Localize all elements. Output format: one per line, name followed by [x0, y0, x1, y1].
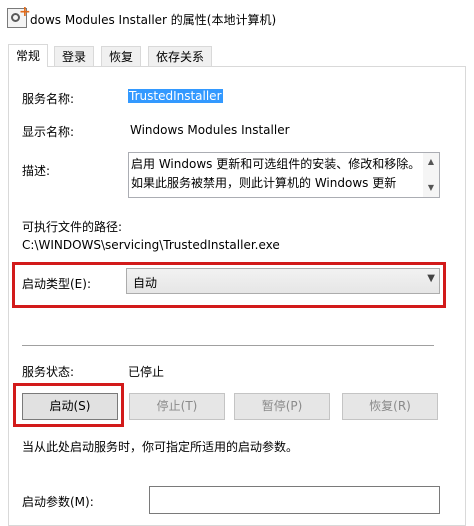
- startup-type-select[interactable]: 自动 ▼: [126, 268, 440, 294]
- tab-logon[interactable]: 登录: [54, 46, 95, 66]
- exe-path-value[interactable]: C:\WINDOWS\servicing\TrustedInstaller.ex…: [22, 238, 280, 252]
- display-name-label: 显示名称:: [22, 125, 75, 139]
- scroll-down-icon[interactable]: ▼: [423, 181, 439, 195]
- service-gear-plus-icon: +: [7, 5, 31, 28]
- scroll-up-icon[interactable]: ▲: [423, 155, 439, 169]
- start-params-label: 启动参数(M):: [22, 495, 94, 509]
- tab-general[interactable]: 常规: [8, 44, 49, 67]
- description-label: 描述:: [22, 164, 51, 178]
- service-status-value: 已停止: [128, 365, 165, 379]
- stop-button[interactable]: 停止(T): [129, 393, 225, 420]
- service-name-label: 服务名称:: [22, 92, 75, 106]
- service-status-label: 服务状态:: [22, 365, 75, 379]
- tab-dependencies[interactable]: 依存关系: [148, 46, 213, 66]
- description-scrollbar[interactable]: ▲ ▼: [423, 153, 439, 197]
- section-divider: [22, 345, 434, 346]
- startup-type-label: 启动类型(E):: [22, 277, 91, 291]
- service-name-value[interactable]: TrustedInstaller: [128, 89, 223, 103]
- exe-path-label: 可执行文件的路径:: [22, 220, 123, 234]
- chevron-down-icon[interactable]: ▼: [427, 273, 435, 284]
- service-name-selected-text[interactable]: TrustedInstaller: [128, 89, 223, 103]
- window-title: dows Modules Installer 的属性(本地计算机): [30, 13, 277, 27]
- description-text: 启用 Windows 更新和可选组件的安装、修改和移除。如果此服务被禁用，则此计…: [131, 157, 421, 190]
- start-button[interactable]: 启动(S): [22, 393, 118, 420]
- startup-type-value: 自动: [133, 276, 158, 290]
- start-params-hint: 当从此处启动服务时，你可指定所适用的启动参数。: [22, 440, 299, 454]
- title-bar: + dows Modules Installer 的属性(本地计算机): [0, 0, 474, 38]
- start-params-input[interactable]: [149, 486, 440, 514]
- tab-recovery[interactable]: 恢复: [101, 46, 142, 66]
- resume-button[interactable]: 恢复(R): [342, 393, 438, 420]
- display-name-value[interactable]: Windows Modules Installer: [130, 123, 290, 137]
- pause-button[interactable]: 暂停(P): [234, 393, 330, 420]
- description-textbox[interactable]: 启用 Windows 更新和可选组件的安装、修改和移除。如果此服务被禁用，则此计…: [128, 152, 440, 198]
